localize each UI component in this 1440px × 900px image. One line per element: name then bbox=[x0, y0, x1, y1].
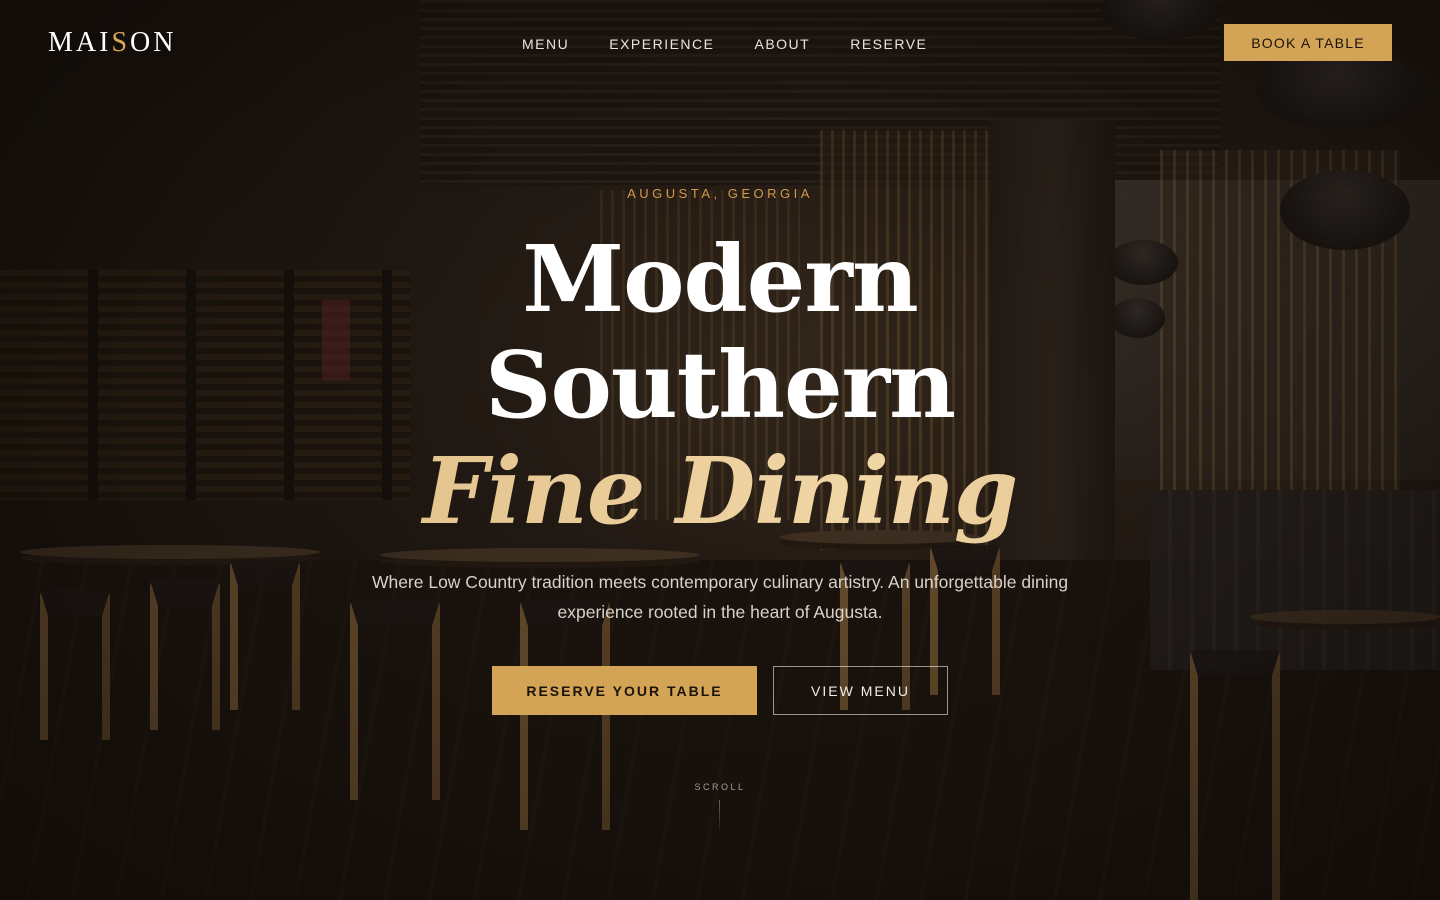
hero-headline: Modern Southern Fine Dining bbox=[0, 226, 1440, 544]
headline-line-3: Fine Dining bbox=[0, 438, 1440, 544]
headline-line-2: Southern bbox=[485, 331, 956, 439]
hero-location: AUGUSTA, GEORGIA bbox=[627, 186, 813, 201]
headline-line-1: Modern bbox=[522, 225, 918, 333]
hero-cta-group: RESERVE YOUR TABLE VIEW MENU bbox=[0, 666, 1440, 715]
reserve-table-button[interactable]: RESERVE YOUR TABLE bbox=[492, 666, 757, 715]
hero-section: AUGUSTA, GEORGIA Modern Southern Fine Di… bbox=[0, 0, 1440, 900]
scroll-indicator-label[interactable]: SCROLL bbox=[0, 782, 1440, 792]
view-menu-button[interactable]: VIEW MENU bbox=[773, 666, 948, 715]
hero-subtitle: Where Low Country tradition meets contem… bbox=[371, 572, 1069, 622]
scroll-indicator-line bbox=[719, 800, 720, 834]
